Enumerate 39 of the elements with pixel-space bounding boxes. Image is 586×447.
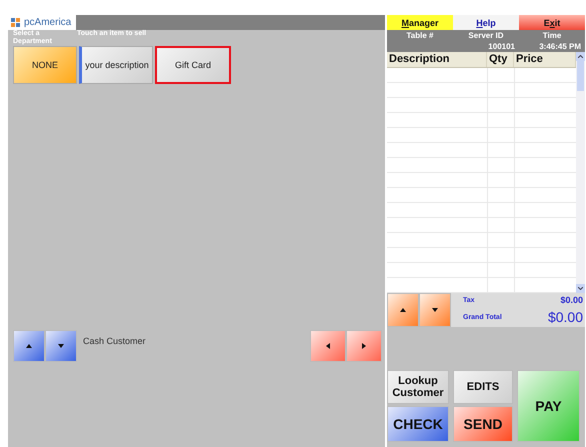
- chevron-down-icon: [578, 287, 583, 290]
- scroll-thumb[interactable]: [577, 61, 584, 91]
- next-button[interactable]: [346, 330, 382, 362]
- item-button[interactable]: your description: [79, 46, 153, 84]
- scrollbar[interactable]: [576, 52, 585, 293]
- action-button[interactable]: SEND: [453, 406, 513, 442]
- action-button[interactable]: PAY: [517, 370, 580, 442]
- action-button[interactable]: EDITS: [453, 370, 513, 404]
- up-arrow-icon: [26, 344, 32, 348]
- total-value: $0.00: [548, 309, 583, 325]
- scroll-up-button[interactable]: [387, 293, 419, 327]
- action-button[interactable]: Lookup Customer: [387, 370, 449, 404]
- logo-icon: [11, 18, 21, 28]
- column-header: Qty: [487, 52, 514, 67]
- info-value: 100101: [487, 42, 516, 51]
- customer-name: Cash Customer: [83, 336, 146, 348]
- manager-menu-button[interactable]: Manager: [387, 15, 453, 30]
- left-arrow-icon: [326, 343, 330, 349]
- down-arrow-icon: [58, 344, 64, 348]
- info-value: 3:46:45 PM: [538, 42, 582, 51]
- info-header: Table #: [406, 31, 434, 40]
- chevron-up-icon: [578, 55, 583, 58]
- logo-text: pcAmerica: [24, 17, 72, 28]
- scroll-down-button[interactable]: [45, 330, 77, 362]
- total-value: $0.00: [560, 295, 583, 305]
- column-header: Description: [387, 52, 487, 67]
- item-button[interactable]: Gift Card: [155, 46, 231, 84]
- info-header: Time: [542, 31, 562, 40]
- previous-button[interactable]: [310, 330, 346, 362]
- info-header: Server ID: [467, 31, 505, 40]
- help-menu-button[interactable]: Help: [453, 15, 519, 30]
- up-arrow-icon: [400, 308, 406, 312]
- down-arrow-icon: [432, 308, 438, 312]
- action-button[interactable]: CHECK: [387, 406, 449, 442]
- scroll-down-button[interactable]: [419, 293, 451, 327]
- department-button[interactable]: NONE: [13, 46, 77, 84]
- exit-menu-button[interactable]: Exit: [519, 15, 585, 30]
- right-arrow-icon: [362, 343, 366, 349]
- scroll-up-button[interactable]: [13, 330, 45, 362]
